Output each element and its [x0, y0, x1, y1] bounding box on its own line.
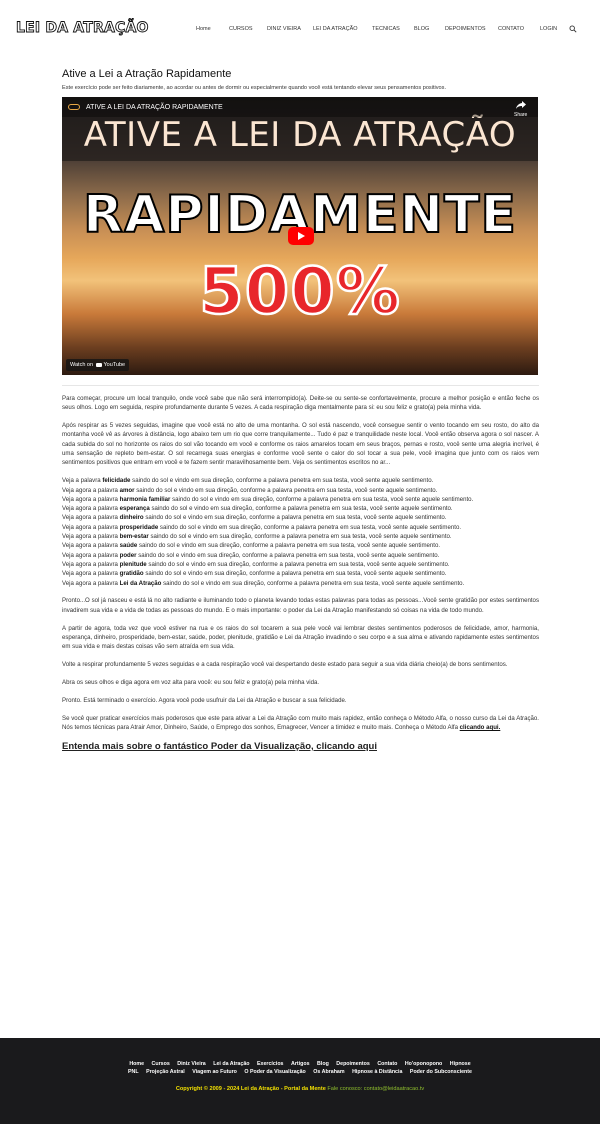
footer-link-artigos[interactable]: Artigos — [291, 1061, 310, 1067]
youtube-logo-icon — [96, 362, 103, 367]
word-line: Veja agora a palavra prosperidade saindo… — [62, 523, 462, 531]
footer-link-cursos[interactable]: Cursos — [152, 1061, 170, 1067]
watch-on-youtube-button[interactable]: Watch on YouTube — [66, 359, 130, 371]
paragraph-8: Se você quer praticar exercícios mais po… — [62, 714, 539, 732]
video-title[interactable]: ATIVE A LEI DA ATRAÇÃO RAPIDAMENTE — [86, 104, 223, 111]
youtube-label: YouTube — [103, 362, 126, 368]
share-label[interactable]: Share — [514, 112, 527, 118]
nav-cursos[interactable]: CURSOS — [229, 26, 253, 32]
footer-link-depoimentos[interactable]: Depoimentos — [336, 1061, 370, 1067]
word-line: Veja agora a palavra bem-estar saindo do… — [62, 533, 452, 541]
site-header: LEI DA ATRAÇÃO Home CURSOS DINIZ VIEIRA … — [0, 0, 600, 60]
main-nav: Home CURSOS DINIZ VIEIRA LEI DA ATRAÇÃO … — [0, 25, 600, 36]
word-line: Veja agora a palavra plenitude saindo do… — [62, 560, 450, 568]
word-list: Veja a palavra felicidade saindo do sol … — [62, 476, 539, 588]
site-footer: Home Cursos Diniz Vieira Lei da Atração … — [0, 1038, 600, 1124]
share-icon[interactable] — [516, 101, 526, 109]
footer-link-blog[interactable]: Blog — [317, 1061, 329, 1067]
word-line: Veja a palavra felicidade saindo do sol … — [62, 477, 434, 485]
footer-link-poder-do-subconsciente[interactable]: Poder do Subconsciente — [410, 1069, 472, 1075]
word-line: Veja agora a palavra dinheiro saindo do … — [62, 514, 447, 522]
paragraph-1: Para começar, procure um local tranquilo… — [62, 395, 539, 412]
word-line: Veja agora a palavra poder saindo do sol… — [62, 551, 440, 559]
word-line: Veja agora a palavra amor saindo do sol … — [62, 486, 438, 494]
page-subtitle: Este exercício pode ser feito diariament… — [62, 85, 447, 91]
footer-link-projecao-astral[interactable]: Projeção Astral — [146, 1069, 185, 1075]
paragraph-3: Pronto...O sol já nasceu e está lá no al… — [62, 597, 539, 614]
word-line: Veja agora a palavra Lei da Atração sain… — [62, 579, 465, 587]
footer-link-hipnose[interactable]: Hipnose — [450, 1061, 471, 1067]
footer-link-home[interactable]: Home — [129, 1061, 144, 1067]
article-body: Para começar, procure um local tranquilo… — [62, 394, 539, 732]
paragraph-7: Pronto. Está terminado o exercício. Agor… — [62, 696, 347, 704]
nav-tecnicas[interactable]: TECNICAS — [372, 26, 400, 32]
nav-login[interactable]: LOGIN — [540, 26, 557, 32]
footer-copyright: Copyright © 2009 - 2024 Lei da Atração -… — [0, 1086, 600, 1092]
youtube-video-embed[interactable]: ATIVE A LEI DA ATRAÇÃO RAPIDAMENTE 500% … — [62, 97, 538, 375]
paragraph-4: A partir de agora, toda vez que você est… — [62, 624, 539, 651]
footer-link-hooponopono[interactable]: Ho'oponopono — [405, 1061, 442, 1067]
footer-link-diniz-vieira[interactable]: Diniz Vieira — [177, 1061, 205, 1067]
paragraph-2: Após respirar as 5 vezes seguidas, imagi… — [62, 422, 539, 467]
nav-depoimentos[interactable]: DEPOIMENTOS — [445, 26, 486, 32]
nav-lei-da-atracao[interactable]: LEI DA ATRAÇÃO — [313, 26, 358, 32]
word-line: Veja agora a palavra saúde saindo do sol… — [62, 542, 441, 550]
page-title: Ative a Lei a Atração Rapidamente — [62, 68, 232, 80]
nav-blog[interactable]: BLOG — [414, 26, 429, 32]
contact-email[interactable]: Fale conosco: contato@leidaatracao.tv — [327, 1086, 424, 1092]
nav-contato[interactable]: CONTATO — [498, 26, 524, 32]
footer-link-poder-da-visualizacao[interactable]: O Poder da Visualização — [244, 1069, 305, 1075]
channel-avatar-icon[interactable] — [68, 104, 80, 110]
footer-link-contato[interactable]: Contato — [377, 1061, 397, 1067]
footer-link-exercicios[interactable]: Exercícios — [257, 1061, 284, 1067]
article: Ative a Lei a Atração Rapidamente Este e… — [62, 68, 539, 752]
visualization-cta-link[interactable]: Entenda mais sobre o fantástico Poder da… — [62, 741, 539, 752]
footer-link-lei-da-atracao[interactable]: Lei da Atração — [213, 1061, 249, 1067]
copyright-text: Copyright © 2009 - 2024 Lei da Atração -… — [175, 1086, 326, 1092]
word-line: Veja agora a palavra harmonia familiar s… — [62, 495, 474, 503]
search-icon[interactable] — [569, 25, 577, 33]
paragraph-6: Abra os seus olhos e diga agora em voz a… — [62, 678, 320, 686]
word-line: Veja agora a palavra gratidão saindo do … — [62, 570, 447, 578]
footer-link-os-abraham[interactable]: Os Abraham — [313, 1069, 344, 1075]
video-thumbnail-line3: 500% — [198, 254, 401, 331]
watch-on-label: Watch on — [70, 362, 94, 368]
footer-nav-row-1: Home Cursos Diniz Vieira Lei da Atração … — [0, 1061, 600, 1067]
word-line: Veja agora a palavra esperança saindo do… — [62, 505, 453, 513]
footer-nav-row-2: PNL Projeção Astral Viagem ao Futuro O P… — [0, 1069, 600, 1075]
video-thumbnail-line1: ATIVE A LEI DA ATRAÇÃO — [83, 115, 517, 155]
footer-link-pnl[interactable]: PNL — [128, 1069, 139, 1075]
divider — [62, 385, 539, 386]
paragraph-5: Volte a respirar profundamente 5 vezes s… — [62, 661, 508, 669]
nav-diniz-vieira[interactable]: DINIZ VIEIRA — [267, 26, 301, 32]
footer-link-viagem-ao-futuro[interactable]: Viagem ao Futuro — [192, 1069, 237, 1075]
nav-home[interactable]: Home — [196, 26, 211, 32]
play-button[interactable] — [288, 227, 314, 245]
footer-link-hipnose-a-distancia[interactable]: Hipnose à Distância — [352, 1069, 402, 1075]
metodo-alfa-link[interactable]: clicando aqui. — [460, 724, 501, 731]
